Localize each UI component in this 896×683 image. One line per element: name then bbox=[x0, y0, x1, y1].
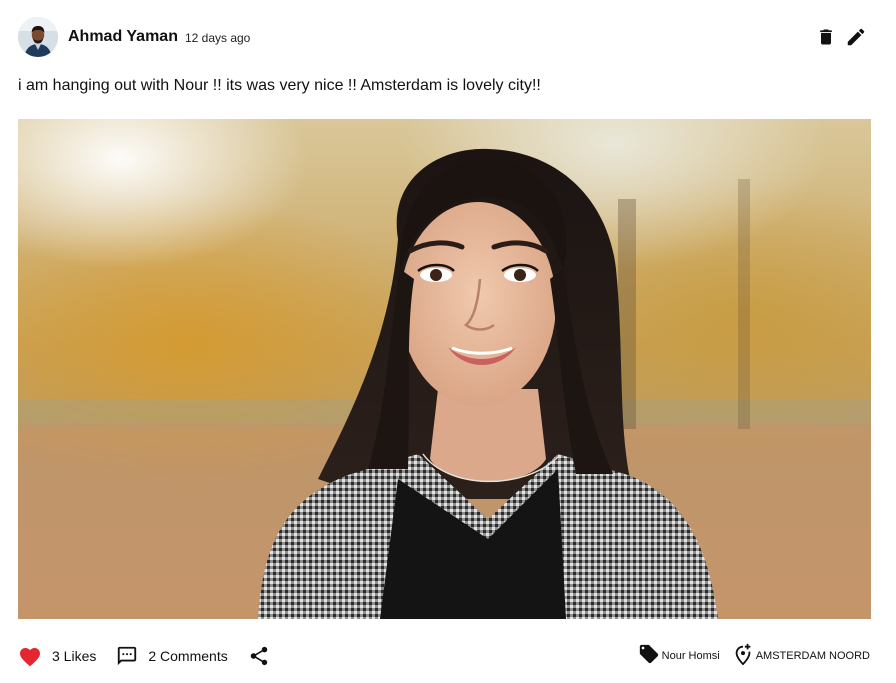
location-tag[interactable]: AMSTERDAM NOORD bbox=[732, 643, 870, 670]
like-button[interactable]: 3 Likes bbox=[18, 645, 96, 667]
tagged-person-name: Nour Homsi bbox=[661, 650, 720, 662]
tagged-person[interactable]: Nour Homsi bbox=[638, 643, 720, 670]
post-footer: 3 Likes 2 Comments Nour Homsi AMSTERDAM … bbox=[18, 641, 870, 671]
portrait-photo bbox=[18, 119, 871, 619]
pencil-icon bbox=[847, 28, 865, 46]
post-header: Ahmad Yaman 12 days ago bbox=[18, 17, 868, 57]
avatar-image bbox=[18, 17, 58, 57]
add-location-icon bbox=[732, 643, 754, 670]
comments-button[interactable]: 2 Comments bbox=[116, 645, 228, 667]
comment-icon bbox=[116, 645, 138, 667]
post-timestamp: 12 days ago bbox=[184, 30, 251, 45]
author-avatar[interactable] bbox=[18, 17, 58, 57]
trash-icon bbox=[820, 29, 832, 45]
comments-count: 2 Comments bbox=[148, 648, 228, 664]
delete-button[interactable] bbox=[814, 25, 838, 49]
share-button[interactable] bbox=[248, 645, 270, 667]
heart-icon bbox=[18, 645, 42, 667]
likes-count: 3 Likes bbox=[52, 648, 97, 664]
edit-button[interactable] bbox=[844, 25, 868, 49]
post-photo[interactable] bbox=[18, 119, 871, 619]
post-text: i am hanging out with Nour !! its was ve… bbox=[18, 77, 541, 94]
share-icon bbox=[248, 645, 270, 667]
tag-icon bbox=[638, 643, 660, 670]
location-name: AMSTERDAM NOORD bbox=[755, 650, 870, 662]
post-card: Ahmad Yaman 12 days ago i am hanging out… bbox=[0, 0, 896, 683]
author-name[interactable]: Ahmad Yaman bbox=[68, 28, 178, 46]
